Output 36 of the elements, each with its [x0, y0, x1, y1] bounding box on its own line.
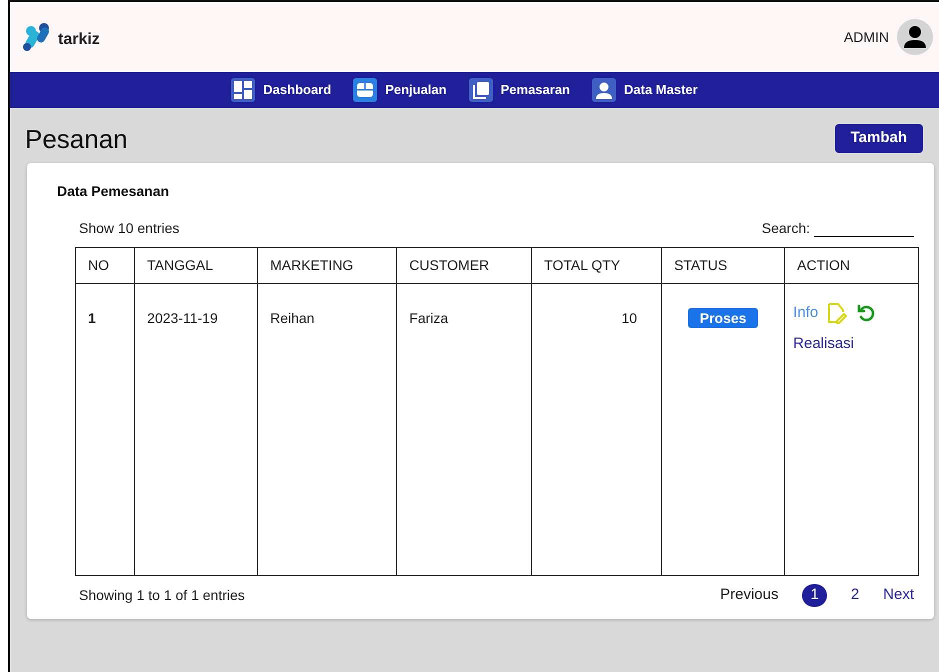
copy-icon — [468, 78, 493, 102]
previous-link[interactable]: Previous — [720, 584, 778, 607]
column-header: CUSTOMER — [396, 248, 532, 284]
dashboard-icon — [231, 78, 256, 102]
entries-info: Showing 1 to 1 of 1 entries — [79, 586, 245, 605]
column-header: ACTION — [784, 248, 918, 284]
nav-link[interactable]: Pemasaran — [468, 78, 570, 102]
realisasi-link[interactable]: Realisasi — [793, 332, 854, 356]
nav-link[interactable]: Data Master — [592, 78, 698, 102]
page-title: Pesanan — [25, 124, 128, 156]
table-cell: Fariza — [396, 284, 532, 576]
search-label: Search: — [762, 219, 810, 238]
nav-link[interactable]: Dashboard — [231, 78, 332, 102]
column-header: TANGGAL — [134, 248, 258, 284]
column-header: TOTAL QTY — [532, 248, 662, 284]
next-link[interactable]: Next — [883, 584, 914, 607]
user-icon — [592, 78, 616, 102]
entries-label: Show 10 entries — [79, 219, 180, 238]
card-title: Data Pemesanan — [57, 182, 170, 202]
column-header: NO — [76, 248, 135, 284]
status-badge: Proses — [688, 308, 758, 328]
table-cell: Reihan — [258, 284, 397, 576]
avatar-icon[interactable] — [897, 19, 933, 55]
nav-link[interactable]: Penjualan — [353, 78, 447, 102]
table-cell: 1 — [76, 284, 135, 576]
logo-text: tarkiz — [58, 30, 100, 50]
add-button[interactable]: Tambah — [834, 124, 923, 152]
column-header: STATUS — [662, 248, 785, 284]
page-link[interactable]: 1 — [802, 584, 827, 607]
box-icon — [353, 78, 378, 102]
table-cell: 2023-11-19 — [134, 284, 258, 576]
page-link[interactable]: 2 — [850, 584, 860, 607]
undo-icon[interactable] — [856, 303, 876, 324]
column-header: MARKETING — [258, 248, 397, 284]
user-name: ADMIN — [844, 28, 889, 46]
table-cell: 10 — [532, 284, 662, 576]
